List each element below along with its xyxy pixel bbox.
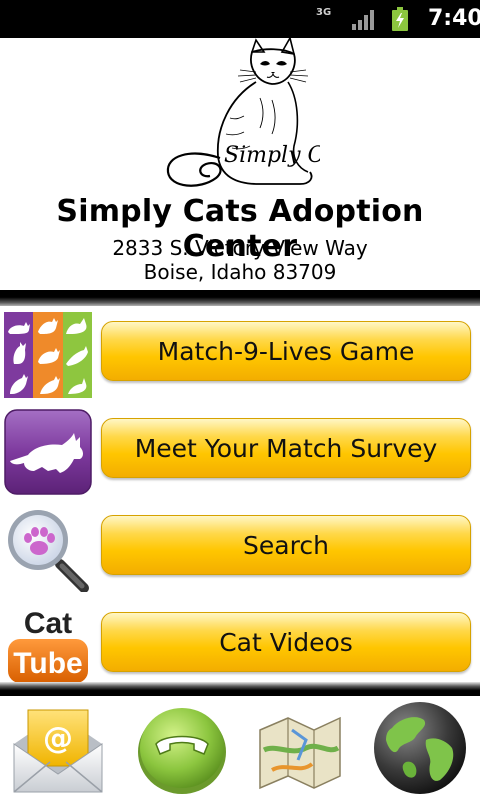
logo-text: Simply Cats	[224, 143, 320, 168]
cat-videos-button[interactable]: Cat Videos	[101, 612, 471, 672]
header: Simply Cats Simply Cats Adoption Center …	[0, 38, 480, 290]
cat-tube-cat-text: Cat	[24, 607, 72, 640]
svg-text:@: @	[43, 721, 73, 756]
list-item-search: Search	[0, 500, 480, 598]
cat-silhouette-icon[interactable]	[4, 409, 92, 495]
cat-grid-icon[interactable]	[4, 312, 92, 398]
network-type-indicator: 3G	[316, 8, 331, 18]
battery-charging-icon	[392, 7, 408, 31]
phone-icon[interactable]	[134, 700, 230, 796]
address-line-2: Boise, Idaho 83709	[143, 260, 337, 284]
cat-tube-icon[interactable]: Cat Tube	[4, 603, 92, 689]
signal-bars-icon	[352, 10, 374, 30]
magnifier-paw-icon[interactable]	[4, 506, 92, 592]
address-line-1: 2833 S. Victory View Way	[112, 236, 368, 260]
match-9-lives-game-button[interactable]: Match-9-Lives Game	[101, 321, 471, 381]
globe-icon[interactable]	[372, 700, 468, 796]
cat-tube-tube-text: Tube	[13, 647, 82, 680]
email-icon[interactable]: @	[10, 700, 106, 796]
clock: 7:40	[428, 6, 480, 31]
list-item-survey: Meet Your Match Survey	[0, 403, 480, 501]
bottom-divider	[0, 682, 480, 696]
network-type-label: 3G	[316, 7, 332, 18]
list-item-cat-videos: Cat Tube Cat Videos	[0, 597, 480, 695]
bottom-action-bar: @	[0, 696, 480, 800]
status-bar: 3G 7:40	[0, 0, 480, 38]
simply-cats-logo: Simply Cats	[166, 38, 320, 187]
meet-your-match-survey-button[interactable]: Meet Your Match Survey	[101, 418, 471, 478]
list-item-match-game: Match-9-Lives Game	[0, 306, 480, 404]
search-button[interactable]: Search	[101, 515, 471, 575]
map-icon[interactable]	[252, 700, 348, 796]
